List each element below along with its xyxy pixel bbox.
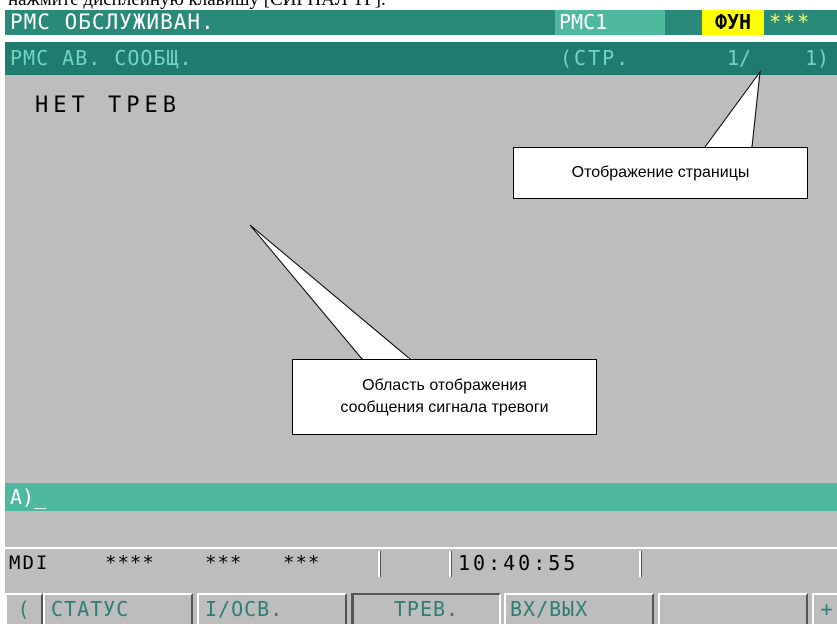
pmc-path-label: PMC1 (555, 10, 665, 35)
no-alarm-message: НЕТ ТРЕВ (35, 93, 181, 118)
subheader-title: PMC АВ. СООБЩ. (10, 46, 193, 70)
page-display-callout: Отображение страницы (513, 147, 808, 199)
document-text: нажмите дисплейную клавишу [СИГНАЛ ТР]. (8, 0, 386, 10)
message-area-callout-line1: Область отображения (362, 377, 527, 394)
status-field-3: *** (283, 552, 321, 574)
softkey-empty-button[interactable] (658, 593, 808, 624)
softkey-row: ( СТАТУС I/ОСВ. ТРЕВ. ВХ/ВЫХ + (5, 577, 837, 624)
title-bar: PMC ОБСЛУЖИВАН. PMC1 ФУН *** (5, 10, 837, 35)
status-line: MDI **** *** *** 10:40:55 (5, 547, 837, 577)
message-area-callout-line2: сообщения сигнала тревоги (340, 399, 549, 416)
key-input-line[interactable]: A)_ (5, 483, 837, 511)
status-stars: *** (769, 10, 812, 34)
mode-indicator: MDI (9, 552, 50, 574)
clock-time: 10:40:55 (458, 551, 579, 575)
input-prompt: A)_ (10, 485, 47, 509)
status-field-1: **** (105, 552, 155, 574)
softkey-inout-button[interactable]: ВХ/ВЫХ (504, 593, 654, 624)
status-separator (449, 551, 452, 577)
subheader-bar: PMC АВ. СООБЩ. (СТР. 1/ 1) (5, 42, 837, 75)
message-area-callout: Область отображения сообщения сигнала тр… (292, 359, 597, 435)
page-label: (СТР. (560, 46, 631, 70)
status-separator (378, 551, 381, 577)
message-line (5, 511, 837, 547)
page-current: 1/ (727, 46, 752, 70)
softkey-alarm-button[interactable]: ТРЕВ. (351, 593, 501, 624)
softkey-prev-button[interactable]: ( (5, 593, 43, 624)
cnc-screen: нажмите дисплейную клавишу [СИГНАЛ ТР]. … (0, 0, 837, 624)
softkey-status-button[interactable]: СТАТУС (43, 593, 193, 624)
screen-title: PMC ОБСЛУЖИВАН. (10, 10, 215, 34)
softkey-next-button[interactable]: + (812, 593, 837, 624)
status-separator (639, 551, 642, 577)
softkey-io-button[interactable]: I/ОСВ. (197, 593, 347, 624)
page-display-callout-text: Отображение страницы (571, 164, 750, 181)
page-total: 1) (805, 46, 830, 70)
fun-mode-indicator: ФУН (702, 10, 764, 35)
status-field-2: *** (205, 552, 243, 574)
